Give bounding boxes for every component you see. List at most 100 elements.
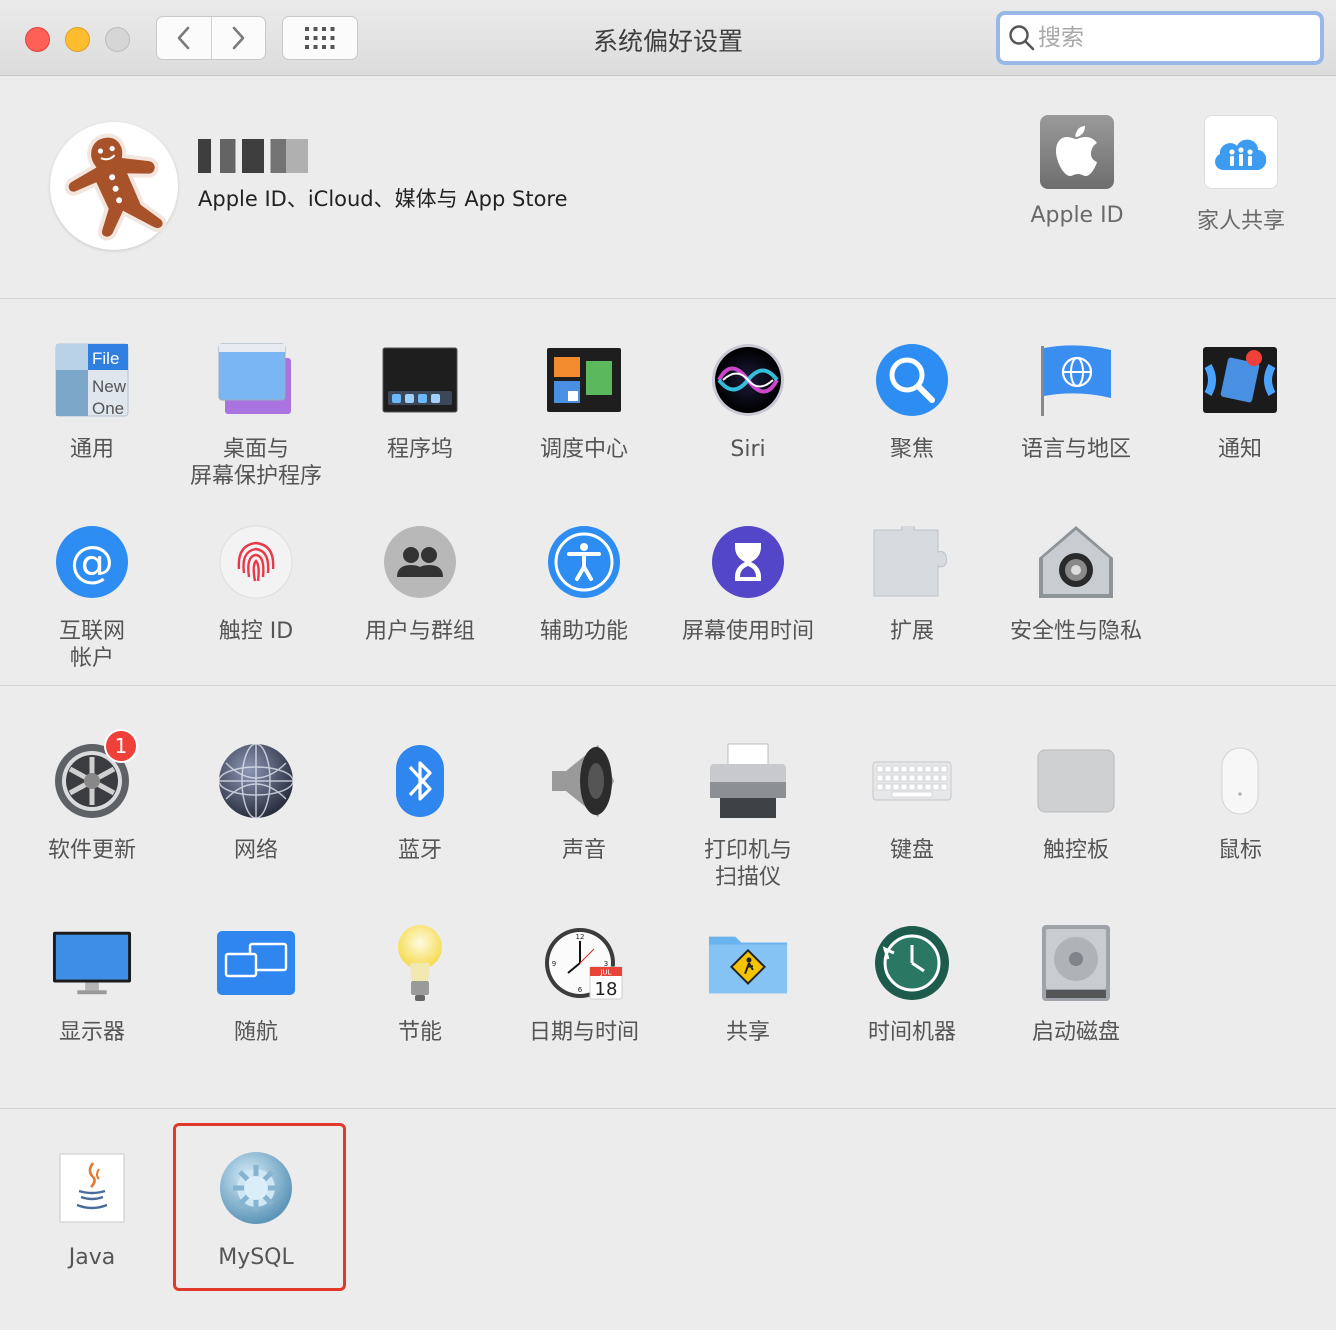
pane-trackpad[interactable]: 触控板 <box>994 741 1158 864</box>
sound-icon <box>544 741 624 821</box>
search-input[interactable] <box>1038 25 1308 51</box>
touch-id-icon <box>216 522 296 602</box>
pane-sound-label: 声音 <box>561 838 606 863</box>
pane-energy-saver[interactable]: 节能 <box>338 923 502 1046</box>
security-privacy-icon <box>1036 522 1116 602</box>
time-machine-icon <box>872 923 952 1003</box>
pane-notifications-label: 通知 <box>1217 437 1262 462</box>
pane-printers-scanners-label: 打印机与 扫描仪 <box>703 838 792 890</box>
pane-siri-label: Siri <box>730 437 766 462</box>
update-badge: 1 <box>104 729 138 763</box>
spotlight-icon <box>872 340 952 420</box>
pane-screen-time[interactable]: 屏幕使用时间 <box>666 522 830 645</box>
pane-bluetooth-label: 蓝牙 <box>397 838 442 863</box>
pane-users-groups-label: 用户与群组 <box>364 619 475 644</box>
calendar-month: JUL <box>599 969 611 977</box>
bluetooth-icon <box>380 741 460 821</box>
pane-date-time-label: 日期与时间 <box>528 1020 639 1045</box>
pane-spotlight[interactable]: 聚焦 <box>830 340 994 463</box>
pane-general[interactable]: File New One 通用 <box>10 340 174 463</box>
pane-sidecar-label: 随航 <box>233 1020 278 1045</box>
pane-language-region-label: 语言与地区 <box>1020 437 1131 462</box>
pane-mouse[interactable]: 鼠标 <box>1158 741 1322 864</box>
account-name: ███ <box>198 139 308 173</box>
pane-startup-disk[interactable]: 启动磁盘 <box>994 923 1158 1046</box>
pane-dock-label: 程序坞 <box>386 437 453 462</box>
apple-id-label: Apple ID <box>1030 203 1124 228</box>
accessibility-icon <box>544 522 624 602</box>
notifications-icon <box>1200 340 1280 420</box>
account-section: ███ Apple ID、iCloud、媒体与 App Store Apple … <box>0 77 1336 299</box>
pane-printers-scanners[interactable]: 打印机与 扫描仪 <box>666 741 830 891</box>
pane-sound[interactable]: 声音 <box>502 741 666 864</box>
pane-users-groups[interactable]: 用户与群组 <box>338 522 502 645</box>
pane-date-time[interactable]: 12 3 6 9 JUL 18 日期与时间 <box>502 923 666 1046</box>
pane-touch-id[interactable]: 触控 ID <box>174 522 338 645</box>
pane-spotlight-label: 聚焦 <box>889 437 934 462</box>
displays-icon <box>52 923 132 1003</box>
mission-control-icon <box>544 340 624 420</box>
pane-desktop-screensaver-label: 桌面与 屏幕保护程序 <box>189 437 322 489</box>
network-icon <box>216 741 296 821</box>
family-sharing-tile[interactable]: 家人共享 <box>1166 115 1316 235</box>
personal-preferences-section: File New One 通用 桌面与 屏幕保护程序 程序坞 调度中心 Siri… <box>0 300 1336 686</box>
sidecar-icon <box>216 923 296 1003</box>
pane-internet-accounts[interactable]: @ 互联网 帐户 <box>10 522 174 672</box>
pane-java[interactable]: Java <box>10 1148 174 1271</box>
pane-general-label: 通用 <box>69 437 114 462</box>
hardware-section: 1 软件更新 网络 蓝牙 声音 打印机与 扫描仪 键盘 触控板 鼠标 显示器 随… <box>0 687 1336 1109</box>
pane-accessibility-label: 辅助功能 <box>539 619 628 644</box>
date-time-icon: 12 3 6 9 JUL 18 <box>544 923 624 1003</box>
pane-siri[interactable]: Siri <box>666 340 830 463</box>
pane-network[interactable]: 网络 <box>174 741 338 864</box>
pane-notifications[interactable]: 通知 <box>1158 340 1322 463</box>
users-groups-icon <box>380 522 460 602</box>
pane-sharing-label: 共享 <box>725 1020 770 1045</box>
pane-accessibility[interactable]: 辅助功能 <box>502 522 666 645</box>
pane-security-privacy[interactable]: 安全性与隐私 <box>994 522 1158 645</box>
language-region-icon <box>1036 340 1116 420</box>
pane-displays-label: 显示器 <box>58 1020 125 1045</box>
apple-id-tile[interactable]: Apple ID <box>1002 115 1152 228</box>
pane-displays[interactable]: 显示器 <box>10 923 174 1046</box>
pane-time-machine-label: 时间机器 <box>867 1020 956 1045</box>
internet-accounts-icon: @ <box>52 522 132 602</box>
dock-icon <box>380 340 460 420</box>
pane-bluetooth[interactable]: 蓝牙 <box>338 741 502 864</box>
pane-keyboard[interactable]: 键盘 <box>830 741 994 864</box>
pane-sidecar[interactable]: 随航 <box>174 923 338 1046</box>
mouse-icon <box>1200 741 1280 821</box>
startup-disk-icon <box>1036 923 1116 1003</box>
family-sharing-label: 家人共享 <box>1196 209 1285 234</box>
siri-icon <box>708 340 788 420</box>
energy-saver-icon <box>380 923 460 1003</box>
trackpad-icon <box>1036 741 1116 821</box>
screen-time-icon <box>708 522 788 602</box>
pane-mission-control[interactable]: 调度中心 <box>502 340 666 463</box>
pane-sharing[interactable]: 共享 <box>666 923 830 1046</box>
pane-dock[interactable]: 程序坞 <box>338 340 502 463</box>
keyboard-icon <box>872 741 952 821</box>
search-field[interactable] <box>996 11 1324 65</box>
pane-software-update-label: 软件更新 <box>47 838 136 863</box>
pane-extensions-label: 扩展 <box>889 619 934 644</box>
pane-mission-control-label: 调度中心 <box>539 437 628 462</box>
pane-language-region[interactable]: 语言与地区 <box>994 340 1158 463</box>
search-icon <box>1008 24 1036 52</box>
calendar-day: 18 <box>595 979 618 1000</box>
svg-text:12: 12 <box>576 933 585 941</box>
pane-desktop-screensaver[interactable]: 桌面与 屏幕保护程序 <box>174 340 338 490</box>
pane-software-update[interactable]: 1 软件更新 <box>10 729 174 864</box>
pane-extensions[interactable]: 扩展 <box>830 522 994 645</box>
pane-internet-accounts-label: 互联网 帐户 <box>58 619 125 671</box>
avatar[interactable] <box>50 122 178 250</box>
pane-keyboard-label: 键盘 <box>889 838 934 863</box>
family-sharing-icon <box>1204 115 1278 189</box>
pane-time-machine[interactable]: 时间机器 <box>830 923 994 1046</box>
pane-network-label: 网络 <box>233 838 278 863</box>
extensions-icon <box>872 522 952 602</box>
mysql-highlight-box <box>173 1123 346 1291</box>
pane-mouse-label: 鼠标 <box>1217 838 1262 863</box>
pane-energy-saver-label: 节能 <box>397 1020 442 1045</box>
pane-trackpad-label: 触控板 <box>1042 838 1109 863</box>
